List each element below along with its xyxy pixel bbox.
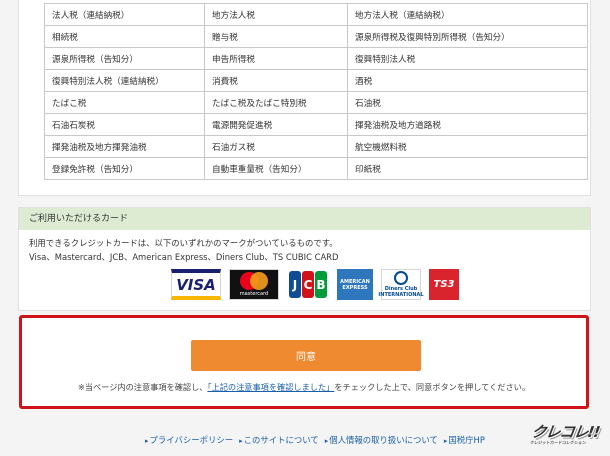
card-logos: VISA mastercard J C B AMERICAN EXPRESS D… [171, 269, 459, 300]
tax-type-table: 法人税（連結納税） 地方法人税 地方法人税（連結納税） 相続税 贈与税 源泉所得… [44, 3, 588, 180]
table-cell: 贈与税 [204, 25, 348, 48]
table-row: 石油石炭税 電源開発促進税 揮発油税及地方道路税 [44, 113, 588, 136]
card-brands-line: Visa、Mastercard、JCB、American Express、Din… [29, 252, 339, 262]
table-cell: 源泉所得税（告知分） [44, 47, 205, 70]
footer-link-nta-hp[interactable]: ▸国税庁HP [444, 434, 485, 446]
note-prefix: ※当ページ内の注意事項を確認し、 [77, 382, 208, 392]
footer-link-personal-info[interactable]: ▸個人情報の取り扱いについて [325, 434, 438, 446]
jcb-logo-b: B [315, 271, 327, 298]
table-cell: 相続税 [44, 25, 205, 48]
note-suffix: をチェックした上で、同意ボタンを押してください。 [334, 382, 531, 392]
ts-cubic-card-logo: TS3 [429, 269, 459, 300]
card-description: 利用できるクレジットカードは、以下のいずれかのマークがついているものです。 Vi… [19, 230, 590, 264]
table-cell: 地方法人税 [204, 3, 348, 26]
agree-button[interactable]: 同意 [191, 340, 421, 371]
footer-link-label: プライバシーポリシー [149, 435, 234, 445]
footer-link-label: このサイトについて [243, 435, 319, 445]
table-cell: 源泉所得税及復興特別所得税（告知分） [347, 25, 588, 48]
table-cell: 申告所得税 [204, 47, 348, 70]
table-row: 登録免許税（告知分） 自動車重量税（告知分） 印紙税 [44, 157, 588, 180]
jcb-logo-j: J [289, 271, 301, 298]
agreement-note: ※当ページ内の注意事項を確認し、「上記の注意事項を確認しました」をチェックした上… [22, 381, 586, 393]
table-row: 源泉所得税（告知分） 申告所得税 復興特別法人税 [44, 47, 588, 70]
amex-logo: AMERICAN EXPRESS [337, 269, 373, 300]
footer-link-about-site[interactable]: ▸このサイトについて [239, 434, 319, 446]
agreement-box: 同意 ※当ページ内の注意事項を確認し、「上記の注意事項を確認しました」をチェック… [19, 315, 589, 409]
amex-logo-line2: EXPRESS [342, 284, 368, 291]
chevron-right-icon: ▸ [443, 437, 448, 445]
table-cell: たばこ税及たばこ特別税 [204, 91, 348, 114]
jcb-logo: J C B [287, 269, 329, 300]
table-cell: たばこ税 [44, 91, 205, 114]
table-cell: 電源開発促進税 [204, 113, 348, 136]
table-row: たばこ税 たばこ税及たばこ特別税 石油税 [44, 91, 588, 114]
table-cell: 法人税（連結納税） [44, 3, 205, 26]
mastercard-logo: mastercard [229, 269, 279, 300]
mastercard-circles-icon [238, 272, 270, 290]
table-cell: 揮発油税及地方揮発油税 [44, 135, 205, 158]
visa-logo: VISA [171, 269, 221, 300]
table-cell: 登録免許税（告知分） [44, 157, 205, 180]
table-cell: 揮発油税及地方道路税 [347, 113, 588, 136]
confirmation-checkbox-link[interactable]: 「上記の注意事項を確認しました」 [207, 382, 334, 392]
table-cell: 石油税 [347, 91, 588, 114]
table-cell: 消費税 [204, 69, 348, 92]
footer-links: ▸プライバシーポリシー ▸このサイトについて ▸個人情報の取り扱いについて ▸国… [145, 434, 485, 446]
table-cell: 航空機燃料税 [347, 135, 588, 158]
accepted-cards-panel: ご利用いただけるカード 利用できるクレジットカードは、以下のいずれかのマークがつ… [18, 207, 591, 311]
table-cell: 地方法人税（連結納税） [347, 3, 588, 26]
card-description-line: 利用できるクレジットカードは、以下のいずれかのマークがついているものです。 [29, 238, 338, 248]
table-cell: 石油石炭税 [44, 113, 205, 136]
chevron-right-icon: ▸ [239, 437, 243, 445]
footer-link-label: 国税庁HP [448, 435, 485, 445]
footer-link-label: 個人情報の取り扱いについて [329, 435, 438, 445]
jcb-logo-c: C [302, 271, 314, 298]
table-row: 復興特別法人税（連結納税） 消費税 酒税 [44, 69, 588, 92]
table-cell: 復興特別法人税 [347, 47, 588, 70]
tax-list-panel: 法人税（連結納税） 地方法人税 地方法人税（連結納税） 相続税 贈与税 源泉所得… [18, 0, 591, 196]
table-cell: 復興特別法人税（連結納税） [44, 69, 205, 92]
table-cell: 石油ガス税 [204, 135, 348, 158]
table-row: 揮発油税及地方揮発油税 石油ガス税 航空機燃料税 [44, 135, 588, 158]
section-heading: ご利用いただけるカード [19, 208, 590, 230]
mastercard-logo-text: mastercard [239, 291, 269, 297]
site-brand-logo: クレコレ!! クレジットカードコレクション [529, 421, 605, 451]
diners-ring-icon [394, 271, 408, 285]
diners-logo-line2: INTERNATIONAL [378, 292, 424, 298]
table-row: 相続税 贈与税 源泉所得税及復興特別所得税（告知分） [44, 25, 588, 48]
diners-club-logo: Diners Club INTERNATIONAL [378, 269, 424, 300]
table-cell: 自動車重量税（告知分） [204, 157, 348, 180]
chevron-right-icon: ▸ [145, 437, 149, 445]
table-cell: 酒税 [347, 69, 588, 92]
table-row: 法人税（連結納税） 地方法人税 地方法人税（連結納税） [44, 3, 588, 26]
table-cell: 印紙税 [347, 157, 588, 180]
footer-link-privacy-policy[interactable]: ▸プライバシーポリシー [145, 434, 233, 446]
chevron-right-icon: ▸ [324, 437, 329, 445]
brand-name: クレコレ!! [530, 423, 601, 441]
